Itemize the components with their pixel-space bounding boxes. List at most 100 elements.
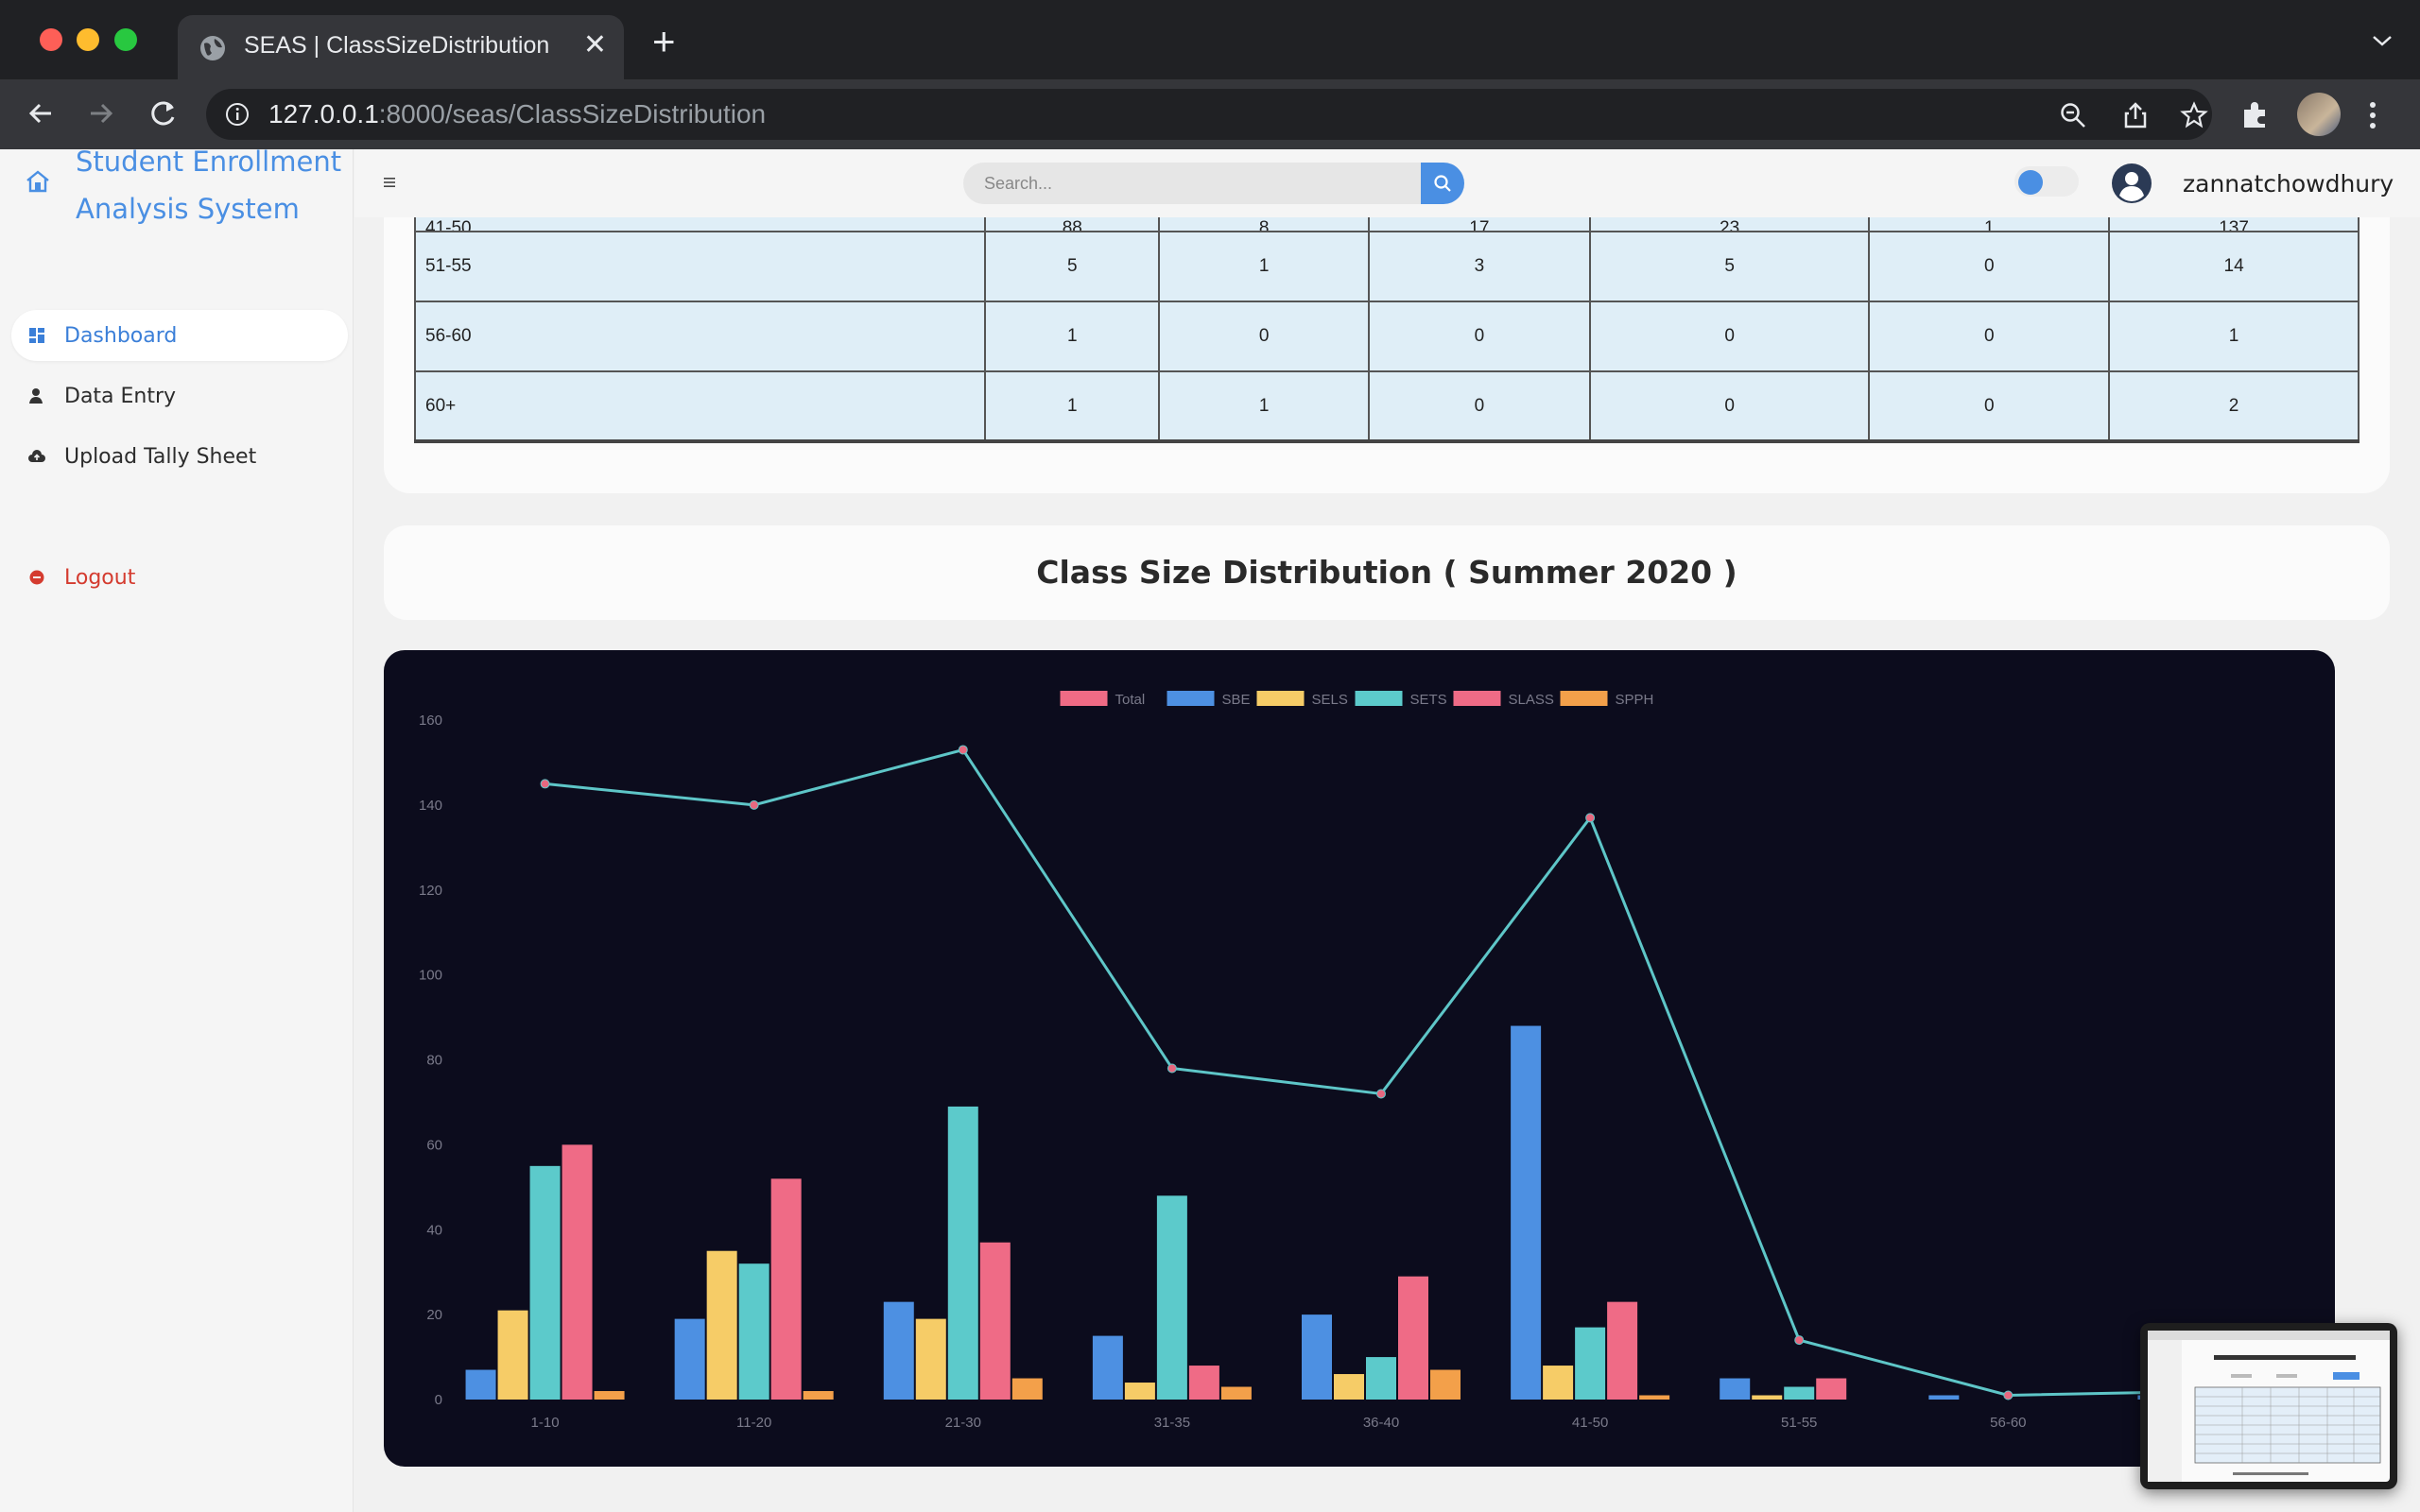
extensions-puzzle-icon[interactable]: [2240, 98, 2273, 130]
address-bar[interactable]: 127.0.0.1:8000/seas/ClassSizeDistributio…: [206, 89, 2212, 140]
y-tick-label: 40: [426, 1222, 442, 1238]
zoom-icon[interactable]: [2059, 101, 2087, 129]
search-input[interactable]: [963, 163, 1423, 204]
table-cell: 5: [1588, 231, 1871, 302]
table-cell: 0: [1367, 301, 1591, 372]
bar-sbe: [883, 1301, 914, 1400]
new-tab-button[interactable]: +: [652, 22, 676, 61]
x-tick-label: 1-10: [531, 1415, 560, 1431]
browser-menu-icon[interactable]: [2368, 100, 2377, 130]
forward-arrow-icon[interactable]: [81, 94, 119, 132]
logout-button[interactable]: Logout: [11, 552, 348, 603]
url-host: 127.0.0.1: [268, 99, 379, 129]
table-cell: 3: [1367, 231, 1591, 302]
table-cell: 0: [1868, 231, 2111, 302]
x-tick-label: 51-55: [1781, 1415, 1817, 1431]
bar-sbe: [1302, 1314, 1332, 1400]
share-icon[interactable]: [2121, 101, 2150, 129]
y-tick-label: 120: [419, 883, 442, 899]
bar-sbe: [1720, 1378, 1751, 1400]
x-tick-label: 36-40: [1363, 1415, 1399, 1431]
legend-swatch-sbe: [1167, 691, 1215, 706]
legend-label-slass: SLASS: [1509, 692, 1554, 708]
bar-sbe: [1092, 1335, 1123, 1400]
sidebar-item-upload-tally-sheet[interactable]: Upload Tally Sheet: [11, 431, 348, 482]
sidebar-item-data-entry[interactable]: Data Entry: [11, 370, 348, 421]
table-cell: 1: [1158, 370, 1370, 443]
legend-swatch-slass: [1453, 691, 1501, 706]
table-cell: 14: [2108, 231, 2360, 302]
search-icon: [1434, 175, 1451, 192]
table-cell: 60+: [413, 370, 987, 443]
table-cell: 0: [1868, 370, 2111, 443]
bar-slass: [1816, 1378, 1847, 1400]
table-cell: 0: [1868, 301, 2111, 372]
bar-sels: [1752, 1395, 1783, 1400]
browser-tab[interactable]: SEAS | ClassSizeDistribution ✕: [178, 15, 624, 79]
bar-spph: [1430, 1369, 1461, 1400]
cell-text: 88: [1062, 218, 1082, 232]
table-row: 60+ 1 1 0 0 0 2: [413, 370, 2360, 443]
search-button[interactable]: [1421, 163, 1464, 204]
bar-sels: [1334, 1374, 1364, 1400]
profile-avatar[interactable]: [2297, 93, 2341, 136]
table-cell: 51-55: [413, 231, 987, 302]
bar-sels: [1543, 1366, 1574, 1400]
back-arrow-icon[interactable]: [23, 94, 60, 132]
tab-close-icon[interactable]: ✕: [583, 28, 607, 62]
user-avatar-icon[interactable]: [2111, 163, 2152, 204]
point-total: [958, 745, 968, 755]
y-tick-label: 80: [426, 1053, 442, 1069]
bar-sels: [706, 1250, 737, 1400]
url-text: 127.0.0.1:8000/seas/ClassSizeDistributio…: [268, 99, 766, 129]
legend-swatch-sets: [1355, 691, 1403, 706]
x-tick-label: 11-20: [736, 1415, 771, 1431]
y-tick-label: 60: [426, 1137, 442, 1153]
bar-slass: [1398, 1276, 1428, 1400]
distribution-table: 41-50 88 8 17 23 1 137 51-55 5 1 3 5 0 1…: [413, 189, 2360, 443]
maximize-window-button[interactable]: [114, 28, 137, 51]
sidebar-item-label: Data Entry: [64, 384, 177, 408]
bar-spph: [594, 1391, 625, 1400]
browser-tab-bar: SEAS | ClassSizeDistribution ✕ +: [0, 0, 2420, 79]
sidebar-item-label: Dashboard: [64, 323, 178, 348]
info-icon[interactable]: [225, 102, 250, 127]
bar-sbe: [1511, 1025, 1542, 1400]
legend-label-spph: SPPH: [1616, 692, 1654, 708]
close-window-button[interactable]: [40, 28, 62, 51]
bookmark-star-icon[interactable]: [2180, 101, 2208, 129]
cell-text: 137: [2219, 218, 2249, 232]
table-cell: 0: [1367, 370, 1591, 443]
tab-title: SEAS | ClassSizeDistribution: [244, 32, 550, 59]
sidebar-item-label: Upload Tally Sheet: [64, 444, 257, 469]
username[interactable]: zannatchowdhury: [2183, 170, 2394, 198]
preview-content: [2148, 1331, 2390, 1482]
bar-sels: [915, 1318, 946, 1400]
chevron-down-icon[interactable]: [2371, 32, 2394, 49]
legend-label-sbe: SBE: [1222, 692, 1251, 708]
x-tick-label: 56-60: [1990, 1415, 2026, 1431]
screen-preview-thumbnail[interactable]: [2140, 1323, 2397, 1489]
bar-sbe: [674, 1318, 705, 1400]
bar-slass: [562, 1144, 593, 1400]
app-header: zannatchowdhury: [354, 149, 2420, 217]
bar-slass: [1607, 1301, 1638, 1400]
user-icon: [29, 388, 43, 404]
x-tick-label: 21-30: [945, 1415, 981, 1431]
chart-title-card: Class Size Distribution ( Summer 2020 ): [384, 525, 2390, 620]
globe-icon: [200, 36, 225, 60]
cell-text: 1: [1984, 218, 1995, 232]
bar-sbe: [1928, 1395, 1960, 1400]
minimize-window-button[interactable]: [77, 28, 99, 51]
table-cell: 1: [1158, 231, 1370, 302]
y-tick-label: 0: [435, 1392, 442, 1408]
hamburger-menu-icon[interactable]: [383, 176, 396, 189]
cell-text: 41-50: [425, 218, 472, 232]
table-cell: 1: [984, 301, 1161, 372]
sidebar-item-dashboard[interactable]: Dashboard: [11, 310, 348, 361]
table-cell: 0: [1588, 370, 1871, 443]
reload-icon[interactable]: [144, 94, 182, 132]
x-tick-label: 41-50: [1572, 1415, 1608, 1431]
theme-toggle[interactable]: [2014, 166, 2079, 197]
toggle-knob: [2018, 170, 2043, 195]
